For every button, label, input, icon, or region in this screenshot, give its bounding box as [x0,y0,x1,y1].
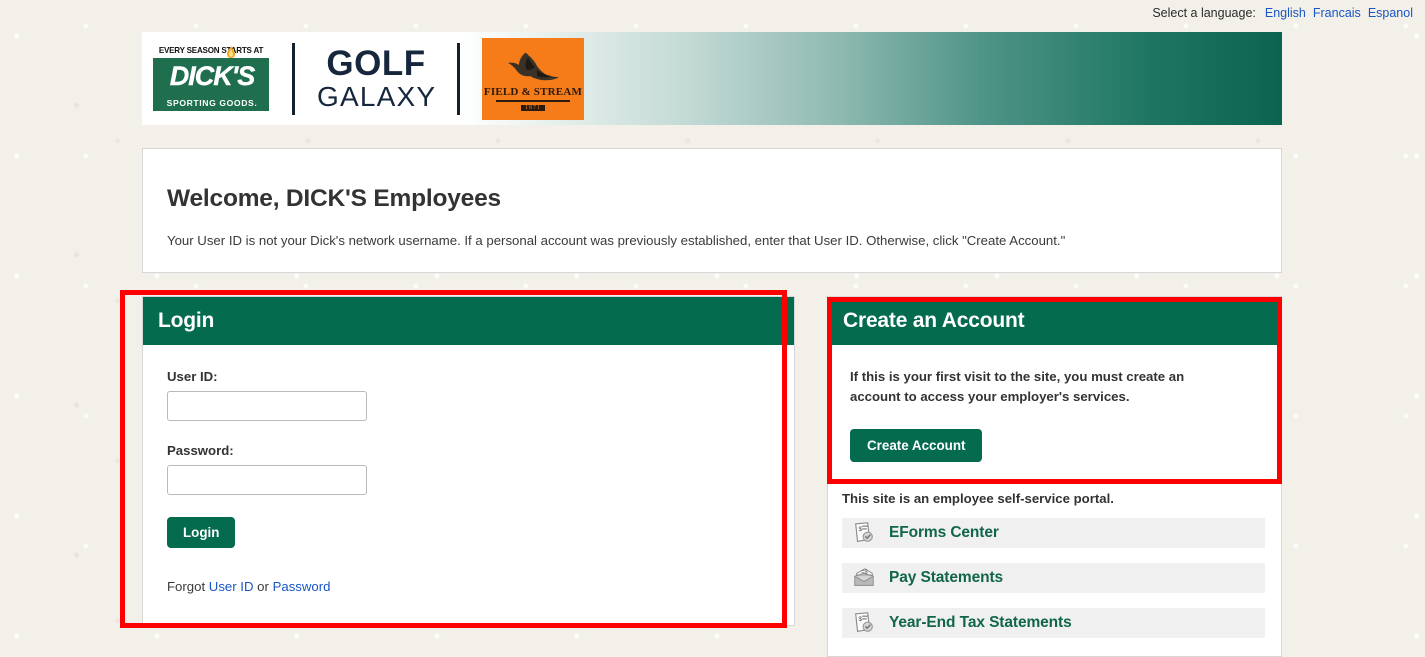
envelope-dollar-icon: =$ [848,563,880,593]
create-account-button[interactable]: Create Account [850,429,983,463]
page-title: Welcome, DICK'S Employees [167,185,501,212]
password-input[interactable] [167,465,367,495]
login-panel-title: Login [158,309,215,332]
portal-note: This site is an employee self-service po… [842,491,1114,507]
create-account-panel-title: Create an Account [843,309,1025,332]
forgot-prefix-text: Forgot [167,579,206,594]
login-panel: Login User ID: Password: Login Forgot Us… [142,296,795,626]
svg-text:$: $ [858,526,862,533]
language-link-francais[interactable]: Francais [1313,6,1361,20]
service-label-year-end-tax-statements: Year-End Tax Statements [889,614,1072,632]
service-item-pay-statements[interactable]: =$ Pay Statements [842,563,1265,594]
field-and-stream-year-wrap: 1871 [482,104,584,111]
brand-header-banner: EVERY SEASON STARTS AT DICK'S SPORTING G… [142,32,1282,125]
service-label-pay-statements: Pay Statements [889,569,1004,587]
field-and-stream-name: FIELD & STREAM [483,85,583,98]
dicks-logo-box: DICK'S SPORTING GOODS. [152,57,270,112]
user-id-input[interactable] [167,391,367,421]
create-account-body: If this is your first visit to the site,… [828,345,1281,463]
eagle-icon [508,52,559,80]
golf-galaxy-logo: GOLF GALAXY [317,46,435,111]
create-account-panel-header: Create an Account [828,297,1281,345]
field-and-stream-rule [496,100,570,102]
golf-galaxy-line1: GOLF [326,44,426,83]
login-panel-header: Login [143,297,794,345]
language-link-espanol[interactable]: Espanol [1368,6,1413,20]
login-button[interactable]: Login [167,517,236,548]
password-label: Password: [167,443,234,458]
forgot-user-id-link[interactable]: User ID [209,579,254,594]
create-account-panel: Create an Account If this is your first … [827,296,1282,657]
document-dollar-check-icon: $ [848,608,880,638]
dicks-tagline: EVERY SEASON STARTS AT [153,45,269,57]
dicks-subtitle: SPORTING GOODS. [166,98,258,108]
document-dollar-check-icon: $ [848,518,880,548]
service-label-eforms-center: EForms Center [889,524,999,542]
page-root: Select a language: English Francais Espa… [0,0,1425,657]
service-item-year-end-tax-statements[interactable]: $ Year-End Tax Statements [842,608,1265,639]
service-links-list: $ EForms Center =$ Pay Statements $ Year… [828,518,1281,639]
flame-icon [227,46,235,58]
forgot-separator-text: or [257,579,269,594]
dicks-wordmark: DICK'S [169,61,256,91]
svg-text:$: $ [858,616,862,623]
language-selector-bar: Select a language: English Francais Espa… [1152,6,1413,20]
dicks-sporting-goods-logo: EVERY SEASON STARTS AT DICK'S SPORTING G… [152,45,270,112]
service-item-eforms-center[interactable]: $ EForms Center [842,518,1265,549]
form-spacer-1 [167,421,770,443]
golf-galaxy-line2: GALAXY [317,81,437,112]
forgot-credentials-row: Forgot User ID or Password [167,579,770,594]
field-and-stream-logo: FIELD & STREAM 1871 [482,37,584,120]
field-and-stream-year: 1871 [521,104,545,111]
login-form: User ID: Password: Login Forgot User ID … [143,345,794,594]
welcome-panel: Welcome, DICK'S Employees Your User ID i… [142,148,1282,273]
brand-logo-strip: EVERY SEASON STARTS AT DICK'S SPORTING G… [142,32,1282,125]
logo-divider-1 [292,42,295,115]
create-account-description: If this is your first visit to the site,… [850,369,1185,405]
language-label: Select a language: [1152,6,1256,20]
create-account-button-wrap: Create Account [850,429,1259,463]
language-link-english[interactable]: English [1265,6,1306,20]
welcome-description: Your User ID is not your Dick's network … [167,233,1066,248]
form-spacer-2 [167,495,770,517]
forgot-password-link[interactable]: Password [273,579,331,594]
user-id-label: User ID: [167,369,218,384]
logo-divider-2 [457,42,460,115]
